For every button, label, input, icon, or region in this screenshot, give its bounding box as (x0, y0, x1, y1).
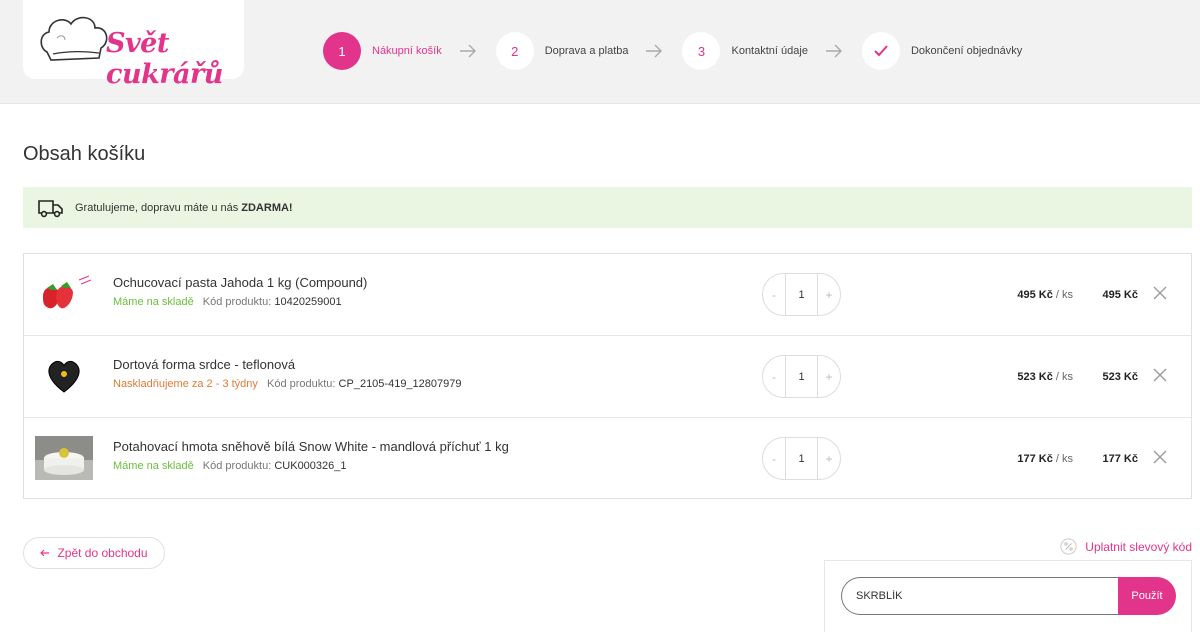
step-3-circle[interactable]: 3 (682, 32, 721, 70)
product-name[interactable]: Ochucovací pasta Jahoda 1 kg (Compound) (113, 275, 367, 290)
apply-coupon-button[interactable]: Použít (1118, 577, 1176, 615)
product-name[interactable]: Potahovací hmota sněhově bílá Snow White… (113, 439, 509, 454)
arrow-right-icon (459, 44, 479, 58)
close-icon[interactable] (1153, 450, 1167, 464)
back-to-shop-button[interactable]: Zpět do obchodu (23, 537, 165, 569)
arrow-right-icon (645, 44, 665, 58)
product-image-cake[interactable] (35, 435, 93, 481)
product-image-strawberry[interactable] (35, 271, 93, 317)
step-3-label[interactable]: Kontaktní údaje (731, 45, 807, 57)
unit-price: 523 Kč / ks (1017, 371, 1073, 383)
step-2-label[interactable]: Doprava a platba (545, 45, 629, 57)
free-shipping-notice: Gratulujeme, dopravu máte u nás ZDARMA! (23, 187, 1192, 228)
arrow-left-icon (40, 549, 50, 557)
decrease-button[interactable]: - (763, 438, 785, 479)
quantity-input[interactable]: 1 (785, 274, 818, 315)
close-icon[interactable] (1153, 368, 1167, 382)
increase-button[interactable]: + (818, 438, 840, 479)
cart-row: Dortová forma srdce - teflonová Naskladň… (24, 336, 1191, 418)
logo-text: Svět cukrářů (106, 28, 223, 90)
stock-status: Máme na skladě (113, 296, 194, 308)
decrease-button[interactable]: - (763, 274, 785, 315)
coupon-input[interactable] (841, 577, 1119, 615)
line-total: 495 Kč (1102, 289, 1138, 301)
back-to-shop-label: Zpět do obchodu (57, 546, 148, 560)
stock-status: Naskladňujeme za 2 - 3 týdny (113, 378, 258, 390)
step-1-label[interactable]: Nákupní košík (372, 45, 442, 57)
product-meta: Máme na skladě Kód produktu: CUK000326_1 (113, 460, 347, 472)
stock-status: Máme na skladě (113, 460, 194, 472)
truck-icon (38, 199, 63, 217)
percent-icon (1060, 538, 1077, 555)
increase-button[interactable]: + (818, 274, 840, 315)
quantity-input[interactable]: 1 (785, 356, 818, 397)
quantity-stepper: - 1 + (762, 273, 841, 316)
line-total: 523 Kč (1102, 371, 1138, 383)
quantity-input[interactable]: 1 (785, 438, 818, 479)
apply-coupon-link[interactable]: Uplatnit slevový kód (1060, 538, 1192, 555)
product-code: CP_2105-419_12807979 (338, 378, 462, 390)
product-meta: Naskladňujeme za 2 - 3 týdny Kód produkt… (113, 378, 462, 390)
product-code-label: Kód produktu: (202, 296, 272, 308)
decrease-button[interactable]: - (763, 356, 785, 397)
product-meta: Máme na skladě Kód produktu: 10420259001 (113, 296, 342, 308)
header: Svět cukrářů 1 Nákupní košík 2 Doprava a… (0, 0, 1200, 104)
step-4-label[interactable]: Dokončení objednávky (911, 45, 1022, 57)
quantity-stepper: - 1 + (762, 437, 841, 480)
cart-row: Potahovací hmota sněhově bílá Snow White… (24, 418, 1191, 500)
quantity-stepper: - 1 + (762, 355, 841, 398)
close-icon[interactable] (1153, 286, 1167, 300)
step-2-circle[interactable]: 2 (495, 32, 534, 70)
cart-row: Ochucovací pasta Jahoda 1 kg (Compound) … (24, 254, 1191, 336)
product-code: CUK000326_1 (274, 460, 347, 472)
coupon-panel: Použít (824, 560, 1192, 632)
product-image-heart-mold[interactable] (35, 353, 93, 399)
increase-button[interactable]: + (818, 356, 840, 397)
step-4-circle[interactable] (861, 32, 900, 70)
chef-hat-icon (40, 16, 108, 61)
line-total: 177 Kč (1102, 453, 1138, 465)
unit-price: 177 Kč / ks (1017, 453, 1073, 465)
logo[interactable]: Svět cukrářů (23, 0, 244, 90)
product-name[interactable]: Dortová forma srdce - teflonová (113, 357, 295, 372)
arrow-right-icon (825, 44, 845, 58)
unit-price: 495 Kč / ks (1017, 289, 1073, 301)
notice-bold: ZDARMA! (241, 201, 293, 214)
notice-text: Gratulujeme, dopravu máte u nás (75, 201, 239, 214)
product-code-label: Kód produktu: (266, 378, 336, 390)
check-icon (874, 45, 888, 57)
page-title: Obsah košíku (23, 143, 146, 165)
step-1-circle[interactable]: 1 (323, 32, 361, 70)
product-code-label: Kód produktu: (202, 460, 272, 472)
product-code: 10420259001 (274, 296, 342, 308)
checkout-steps: 1 Nákupní košík 2 Doprava a platba 3 Kon… (323, 32, 1022, 70)
apply-coupon-label: Uplatnit slevový kód (1085, 539, 1192, 554)
cart-items: Ochucovací pasta Jahoda 1 kg (Compound) … (23, 253, 1192, 499)
